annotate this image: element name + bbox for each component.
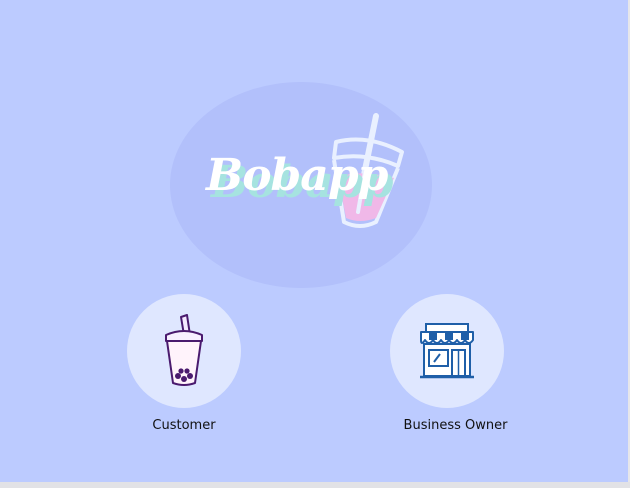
app-logo: Bobapp Bobapp — [206, 150, 393, 220]
business-owner-label: Business Owner — [403, 418, 508, 433]
bubble-tea-icon — [165, 314, 203, 386]
landing-screen: Bobapp Bobapp Customer Business Owner — [0, 0, 628, 482]
business-owner-icon-circle[interactable] — [390, 294, 504, 408]
window-bottom-bar — [0, 482, 630, 488]
logo-text: Bobapp — [206, 150, 388, 201]
customer-role-button[interactable]: Customer — [104, 294, 264, 433]
customer-icon-circle[interactable] — [127, 294, 241, 408]
customer-label: Customer — [152, 418, 216, 433]
business-owner-role-button[interactable]: Business Owner — [367, 294, 527, 433]
storefront-icon — [420, 323, 474, 379]
